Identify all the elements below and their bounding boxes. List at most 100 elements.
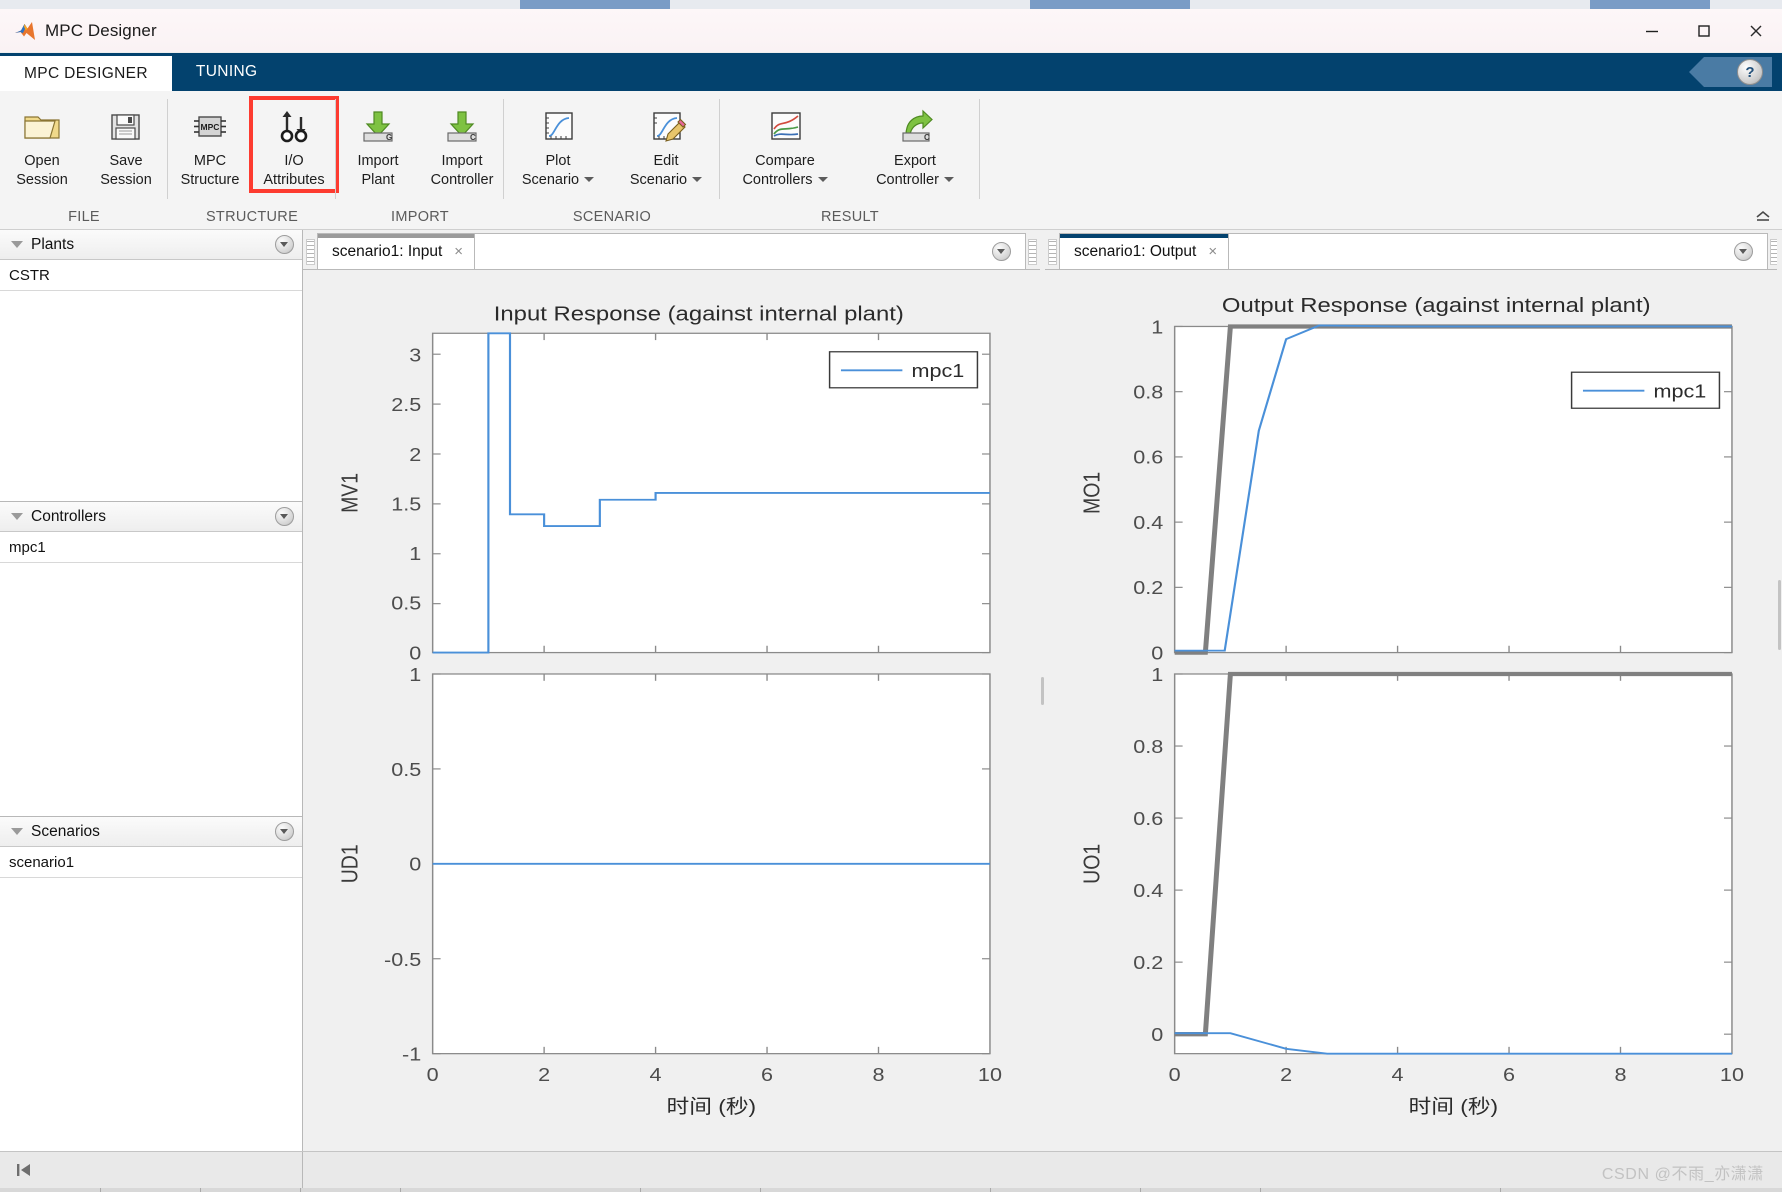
- open-session-label-1: Open: [24, 153, 60, 169]
- svg-text:0.6: 0.6: [1133, 448, 1163, 468]
- svg-text:2: 2: [1280, 1065, 1292, 1085]
- controllers-section-menu-icon[interactable]: [275, 507, 294, 526]
- collapse-ribbon-button[interactable]: [1754, 208, 1772, 225]
- window-title: MPC Designer: [45, 20, 157, 40]
- close-button[interactable]: [1730, 9, 1782, 52]
- main-body: Plants CSTR Controllers mpc1 Scenarios s…: [0, 230, 1782, 1151]
- chevron-down-icon[interactable]: [943, 177, 954, 182]
- tab-mpc-designer[interactable]: MPC DESIGNER: [0, 53, 172, 91]
- ribbon-toolbar: Open Session Save Session FILE MPC MPC S…: [0, 91, 1782, 230]
- ribbon-group-structure-label: STRUCTURE: [205, 209, 299, 225]
- svg-text:3: 3: [409, 346, 421, 366]
- taskbar-bleed: [0, 1188, 1782, 1192]
- chevron-down-icon[interactable]: [692, 177, 703, 182]
- maximize-button[interactable]: [1678, 9, 1730, 52]
- svg-text:8: 8: [872, 1065, 884, 1085]
- figure-scrollbar[interactable]: [1777, 230, 1782, 1151]
- import-controller-label-2: Controller: [430, 172, 494, 188]
- tab-drag-handle[interactable]: [1048, 239, 1057, 265]
- svg-text:8: 8: [1614, 1065, 1626, 1085]
- ribbon-group-structure: MPC MPC Structure I/O Attributes STRUCTU…: [168, 91, 339, 229]
- svg-text:0.2: 0.2: [1133, 953, 1163, 973]
- controllers-list: mpc1: [0, 532, 302, 817]
- import-plant-button[interactable]: G Import Plant: [336, 99, 420, 190]
- svg-text:2: 2: [538, 1065, 550, 1085]
- ribbon-group-result-label: RESULT: [821, 209, 879, 225]
- go-to-start-icon[interactable]: [14, 1161, 34, 1184]
- status-bar-left: [0, 1152, 303, 1192]
- save-session-button[interactable]: Save Session: [84, 99, 168, 190]
- collapse-triangle-icon[interactable]: [11, 513, 23, 520]
- plot-scenario-button[interactable]: Plot Scenario: [504, 99, 612, 190]
- edit-scenario-button[interactable]: Edit Scenario: [612, 99, 720, 190]
- collapse-triangle-icon[interactable]: [11, 828, 23, 835]
- close-icon[interactable]: ×: [1205, 242, 1220, 261]
- output-chart-title: Output Response (against internal plant): [1222, 293, 1651, 316]
- scenarios-section-menu-icon[interactable]: [275, 822, 294, 841]
- minimize-button[interactable]: [1626, 9, 1678, 52]
- plants-section-header[interactable]: Plants: [0, 230, 302, 260]
- collapse-triangle-icon[interactable]: [11, 241, 23, 248]
- plants-section-menu-icon[interactable]: [275, 235, 294, 254]
- plot-curve-icon: [536, 103, 580, 149]
- close-icon[interactable]: ×: [451, 242, 466, 261]
- compare-controllers-button[interactable]: Compare Controllers: [720, 99, 850, 190]
- svg-text:4: 4: [650, 1065, 662, 1085]
- ribbon-group-file-label: FILE: [68, 209, 100, 225]
- svg-text:MPC: MPC: [201, 122, 220, 132]
- list-item[interactable]: CSTR: [0, 260, 302, 291]
- svg-text:0: 0: [1169, 1065, 1181, 1085]
- svg-text:0: 0: [427, 1065, 439, 1085]
- input-panel-menu-icon[interactable]: [992, 242, 1011, 261]
- svg-text:0.6: 0.6: [1133, 809, 1163, 829]
- document-panel-output: scenario1: Output × Output Response (aga…: [1045, 230, 1782, 1151]
- output-panel-menu-icon[interactable]: [1734, 242, 1753, 261]
- tab-drag-handle[interactable]: [306, 239, 315, 265]
- mo1-legend-entry: mpc1: [1653, 382, 1706, 402]
- tab-scenario1-output-label: scenario1: Output: [1074, 242, 1197, 260]
- svg-text:-0.5: -0.5: [384, 950, 421, 970]
- svg-text:C: C: [924, 133, 930, 142]
- svg-text:4: 4: [1392, 1065, 1404, 1085]
- svg-text:10: 10: [1720, 1065, 1744, 1085]
- compare-controllers-label-2: Controllers: [742, 172, 813, 188]
- list-item[interactable]: scenario1: [0, 847, 302, 878]
- list-item[interactable]: mpc1: [0, 532, 302, 563]
- data-browser-section-scenarios: Scenarios scenario1: [0, 817, 302, 1151]
- open-session-button[interactable]: Open Session: [0, 99, 84, 190]
- io-attributes-label-1: I/O: [284, 153, 304, 169]
- ribbon-group-file: Open Session Save Session FILE: [0, 91, 168, 229]
- controllers-section-header[interactable]: Controllers: [0, 502, 302, 532]
- mv1-legend-entry: mpc1: [911, 361, 964, 381]
- document-area: scenario1: Input × Input Response (again…: [303, 230, 1782, 1151]
- svg-text:2: 2: [409, 445, 421, 465]
- help-button[interactable]: ?: [1689, 57, 1772, 87]
- export-controller-button[interactable]: C Export Controller: [850, 99, 980, 190]
- svg-text:0: 0: [1151, 1025, 1163, 1045]
- import-controller-button[interactable]: C Import Controller: [420, 99, 504, 190]
- tab-scenario1-output[interactable]: scenario1: Output ×: [1059, 233, 1230, 269]
- scenarios-section-header[interactable]: Scenarios: [0, 817, 302, 847]
- ribbon-group-scenario-label: SCENARIO: [572, 209, 652, 225]
- status-bar: CSDN @不雨_亦潇潇: [0, 1151, 1782, 1192]
- ribbon-tab-strip: MPC DESIGNER TUNING ?: [0, 53, 1782, 91]
- figure-output-response: Output Response (against internal plant)…: [1045, 270, 1782, 1151]
- import-controller-label-1: Import: [441, 153, 483, 169]
- tab-tuning[interactable]: TUNING: [172, 53, 282, 91]
- controllers-section-title: Controllers: [31, 507, 106, 525]
- uo1-axis-label: UO1: [1080, 844, 1105, 884]
- mpc-structure-button[interactable]: MPC MPC Structure: [168, 99, 252, 190]
- title-bar: MPC Designer: [0, 9, 1782, 53]
- io-attributes-button[interactable]: I/O Attributes: [249, 96, 339, 193]
- output-xaxis-label: 时间 (秒): [1408, 1096, 1498, 1118]
- svg-text:0.5: 0.5: [391, 594, 421, 614]
- tab-resize-handle[interactable]: [1028, 239, 1037, 265]
- input-response-svg: Input Response (against internal plant) …: [303, 270, 1040, 1151]
- chevron-down-icon[interactable]: [584, 177, 595, 182]
- ribbon-group-import: G Import Plant C Import Controller IMPOR…: [336, 91, 504, 229]
- svg-text:C: C: [470, 133, 476, 142]
- chevron-down-icon[interactable]: [817, 177, 828, 182]
- scenarios-list: scenario1: [0, 847, 302, 1151]
- input-xaxis-label: 时间 (秒): [666, 1096, 756, 1118]
- tab-scenario1-input[interactable]: scenario1: Input ×: [317, 233, 476, 269]
